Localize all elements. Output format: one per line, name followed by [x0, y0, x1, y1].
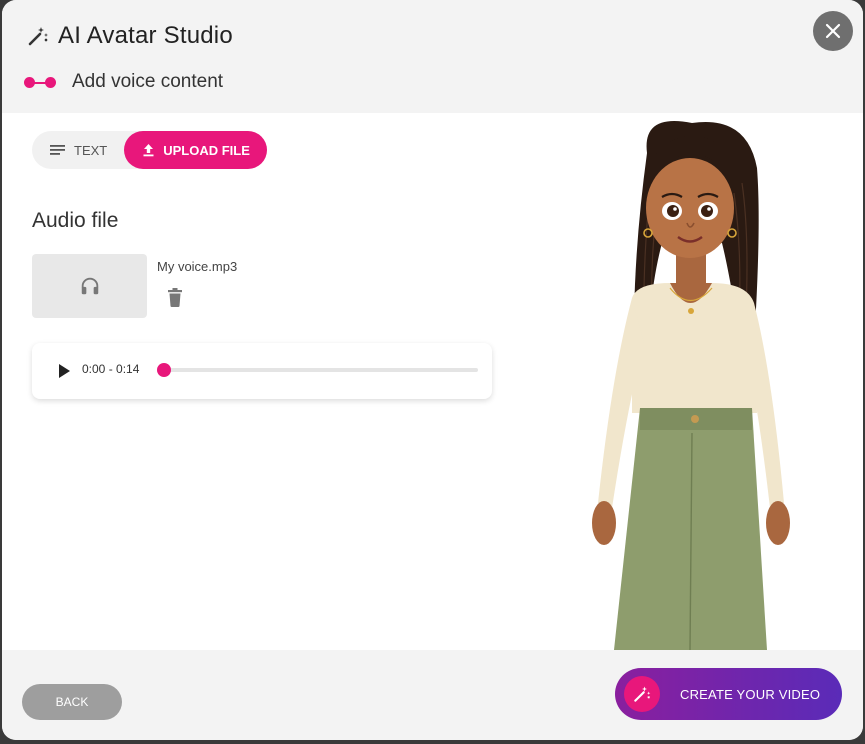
tab-upload-label: UPLOAD FILE	[163, 142, 250, 158]
audio-progress-track[interactable]	[164, 368, 478, 372]
tab-upload-file[interactable]: UPLOAD FILE	[124, 131, 267, 169]
audio-file-thumbnail	[32, 254, 147, 318]
audio-time: 0:00 - 0:14	[82, 362, 140, 376]
avatar-illustration	[592, 121, 790, 651]
input-mode-tabs: TEXT UPLOAD FILE	[32, 131, 267, 169]
upload-icon	[143, 144, 154, 157]
audio-progress-knob[interactable]	[157, 363, 171, 377]
text-lines-icon	[50, 145, 65, 155]
modal-header: AI Avatar Studio Add voice content	[2, 0, 863, 113]
close-button[interactable]	[813, 11, 853, 51]
headphones-icon	[81, 277, 98, 295]
delete-file-button[interactable]	[165, 287, 185, 309]
play-button[interactable]	[56, 362, 72, 380]
play-icon	[59, 364, 70, 378]
magic-wand-icon	[634, 686, 651, 702]
audio-section-title: Audio file	[32, 209, 119, 232]
back-button[interactable]: BACK	[22, 684, 122, 720]
create-video-label: CREATE YOUR VIDEO	[680, 686, 821, 702]
create-video-button[interactable]: CREATE YOUR VIDEO	[615, 668, 842, 720]
tab-text-label: TEXT	[74, 142, 108, 158]
modal-footer: BACK CREATE YOUR VIDEO	[2, 650, 863, 740]
page-title: AI Avatar Studio	[58, 22, 233, 49]
content-panel: TEXT UPLOAD FILE Audio file My voice.mp3	[2, 113, 863, 651]
audio-player: 0:00 - 0:14	[32, 343, 492, 399]
avatar-preview	[562, 113, 832, 651]
magic-wand-badge	[624, 676, 660, 712]
avatar-studio-modal: AI Avatar Studio Add voice content TEXT …	[2, 0, 863, 740]
title-row: AI Avatar Studio	[26, 22, 233, 50]
step-label: Add voice content	[72, 71, 224, 92]
close-icon	[825, 23, 841, 39]
magic-wand-icon	[28, 27, 48, 46]
audio-file-name: My voice.mp3	[157, 259, 238, 274]
step-progress-icon	[22, 70, 58, 94]
step-indicator: Add voice content	[22, 70, 223, 94]
tab-text[interactable]: TEXT	[32, 131, 124, 169]
